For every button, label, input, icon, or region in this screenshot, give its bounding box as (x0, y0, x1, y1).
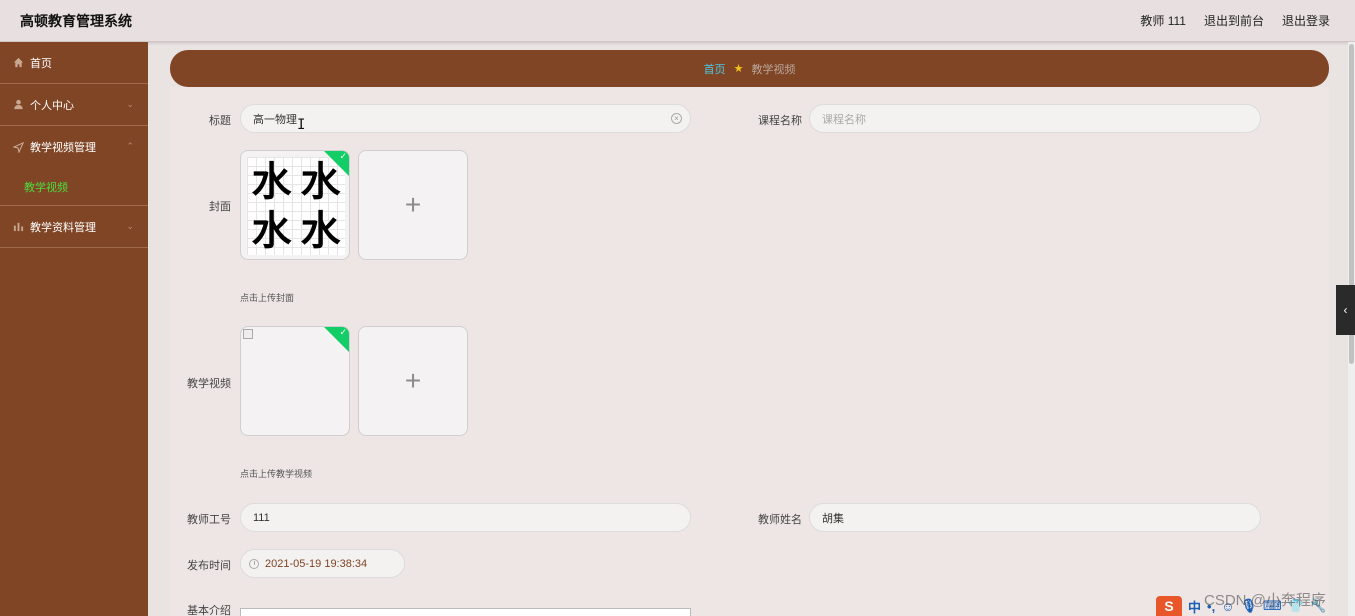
teacher-id-value: 111 (253, 511, 270, 524)
cover-label: 封面 (209, 201, 231, 213)
star-icon: ★ (733, 63, 744, 75)
app-title: 高顿教育管理系统 (20, 13, 132, 29)
video-upload-button[interactable]: + (358, 326, 468, 436)
chevron-up-icon: ⌃ (126, 141, 134, 151)
chevron-down-icon: ⌄ (126, 99, 134, 109)
check-icon: ✓ (339, 327, 347, 337)
sidebar-item-material-management[interactable]: 教学资料管理 ⌄ (0, 206, 148, 248)
sidebar-item-personal-center[interactable]: 个人中心 ⌄ (0, 84, 148, 126)
ime-language-toggle[interactable]: 中 (1188, 597, 1201, 616)
bar-chart-icon (12, 221, 24, 233)
plus-icon: + (404, 189, 422, 220)
sidebar-item-home[interactable]: 首页 (0, 42, 148, 84)
sogou-logo-icon[interactable]: S (1156, 596, 1182, 616)
publish-time-picker[interactable]: 2021-05-19 19:38:34 (240, 549, 405, 578)
collapse-panel-button[interactable]: ‹ (1336, 285, 1355, 335)
sidebar: 首页 个人中心 ⌄ 教学视频管理 ⌃ 教学视频 教学资料管理 ⌄ (0, 42, 148, 616)
course-name-input[interactable]: 课程名称 (809, 104, 1261, 133)
sidebar-item-label: 个人中心 (30, 99, 74, 112)
intro-editor[interactable] (240, 608, 691, 616)
sidebar-item-label: 教学视频管理 (30, 142, 96, 154)
cover-upload-button[interactable]: + (358, 150, 468, 260)
chevron-left-icon: ‹ (1343, 303, 1348, 317)
cover-image-preview[interactable]: 水 水 水 水 ✓ (240, 150, 350, 260)
title-input-value: 高一物理 (253, 113, 297, 126)
video-upload-hint: 点击上传教学视频 (240, 469, 313, 479)
top-header: 高顿教育管理系统 教师 111 退出到前台 退出登录 (0, 0, 1355, 42)
teacher-name-input[interactable]: 胡集 (809, 503, 1261, 532)
breadcrumb-current: 教学视频 (751, 63, 796, 76)
clock-icon (249, 558, 259, 569)
title-label: 标题 (209, 115, 231, 127)
teacher-id-label: 教师工号 (187, 514, 231, 526)
sidebar-item-video-management[interactable]: 教学视频管理 ⌃ (0, 126, 148, 168)
cover-upload-hint: 点击上传封面 (240, 293, 295, 303)
breadcrumb-home[interactable]: 首页 (704, 61, 726, 77)
teacher-name-value: 胡集 (822, 512, 844, 525)
teacher-name-label: 教师姓名 (758, 514, 802, 526)
text-cursor-icon: I (297, 117, 306, 133)
video-preview[interactable]: ✓ (240, 326, 350, 436)
user-icon (12, 99, 24, 111)
video-label: 教学视频 (187, 378, 231, 390)
publish-time-value: 2021-05-19 19:38:34 (265, 557, 368, 570)
course-name-label: 课程名称 (758, 115, 802, 127)
logout-link[interactable]: 退出登录 (1282, 12, 1330, 29)
sidebar-item-label: 教学资料管理 (30, 221, 96, 234)
cover-image-char: 水 (300, 206, 341, 254)
current-user-label: 教师 111 (1140, 14, 1186, 28)
course-name-placeholder: 课程名称 (822, 113, 866, 126)
chevron-down-icon: ⌄ (126, 221, 134, 231)
publish-time-label: 发布时间 (187, 560, 231, 572)
cover-image: 水 水 水 水 (247, 157, 345, 255)
intro-label: 基本介绍 (187, 605, 231, 616)
clear-icon[interactable]: × (671, 113, 682, 124)
plus-icon: + (404, 365, 422, 396)
exit-to-front-link[interactable]: 退出到前台 (1204, 12, 1264, 29)
broken-image-icon (243, 329, 253, 339)
home-icon (12, 57, 24, 69)
watermark: CSDN @小奔程序 (1204, 592, 1326, 609)
navigation-icon (12, 141, 24, 153)
cover-image-char: 水 (251, 206, 292, 254)
sidebar-subitem-video[interactable]: 教学视频 (0, 168, 148, 206)
cover-image-char: 水 (251, 157, 292, 205)
title-input[interactable]: 高一物理 × (240, 104, 691, 133)
teacher-id-input[interactable]: 111 (240, 503, 691, 532)
check-icon: ✓ (339, 151, 347, 161)
breadcrumb: 首页 ★ 教学视频 (170, 50, 1329, 87)
header-links: 教师 111 退出到前台 退出登录 (1140, 12, 1330, 29)
sidebar-item-label: 首页 (30, 57, 52, 70)
